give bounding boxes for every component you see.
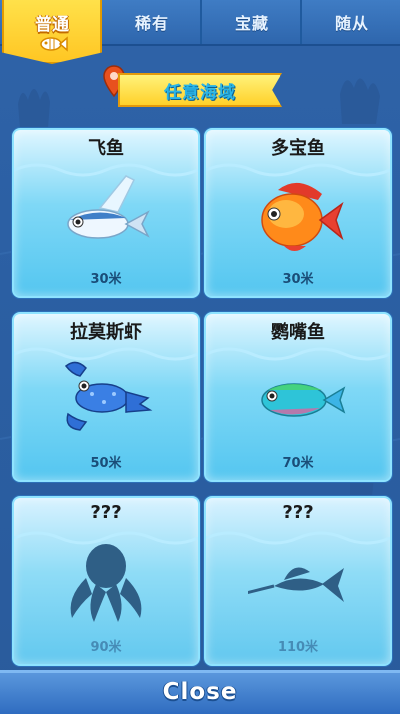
lobster-icon (64, 361, 153, 431)
fish-name: 飞鱼 (88, 138, 124, 159)
octopus-silhouette-icon (70, 544, 142, 622)
orange-fish-icon (261, 182, 344, 251)
fish-distance: 30米 (282, 272, 314, 287)
region-label: 任意海域 (164, 82, 236, 103)
tab-companion-label: 随从 (334, 14, 369, 33)
fish-card-parrotfish[interactable]: 鹦嘴鱼 70米 (204, 312, 392, 482)
fish-icon (40, 36, 68, 52)
fish-card-locked-swordfish[interactable]: ??? 110米 (204, 496, 392, 666)
tab-treasure[interactable]: 宝藏 (200, 0, 302, 44)
region-banner: 任意海域 (118, 73, 282, 107)
fish-name: ??? (282, 502, 314, 523)
tab-rare-label: 稀有 (134, 14, 169, 33)
tab-common-label: 普通 (35, 15, 69, 35)
tab-common[interactable]: 普通 (2, 0, 102, 64)
close-label: Close (162, 679, 238, 705)
fish-card-ramos-shrimp[interactable]: 拉莫斯虾 50米 (12, 312, 200, 482)
fish-distance: 70米 (282, 456, 314, 471)
fish-name: 鹦嘴鱼 (271, 322, 325, 343)
fish-distance: 50米 (90, 456, 122, 471)
tab-companion[interactable]: 随从 (300, 0, 400, 44)
swordfish-silhouette-icon (248, 567, 344, 602)
fish-distance: 110米 (277, 640, 319, 655)
fish-distance: 30米 (90, 272, 122, 287)
fish-name: 多宝鱼 (271, 138, 325, 159)
flying-fish-icon (67, 175, 150, 239)
fish-name: ??? (90, 502, 122, 523)
fish-card-flying-fish[interactable]: 飞鱼 30米 (12, 128, 200, 298)
tab-treasure-label: 宝藏 (234, 14, 269, 33)
parrotfish-icon (261, 383, 346, 417)
tab-rare[interactable]: 稀有 (100, 0, 202, 44)
fish-card-locked-octopus[interactable]: ??? 90米 (12, 496, 200, 666)
fish-name: 拉莫斯虾 (70, 322, 142, 343)
fish-distance: 90米 (90, 640, 122, 655)
fish-card-turbot[interactable]: 多宝鱼 30米 (204, 128, 392, 298)
close-button[interactable]: Close (0, 670, 400, 714)
